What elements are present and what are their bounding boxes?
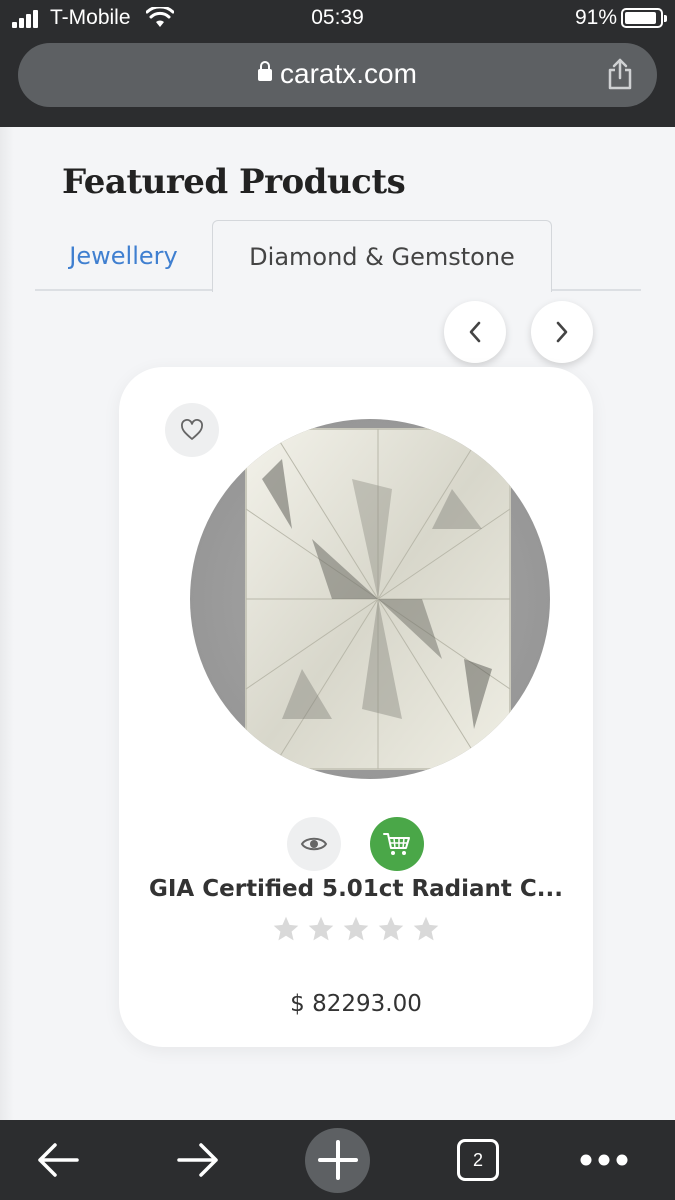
clock: 05:39 (311, 6, 364, 29)
star-icon (413, 916, 439, 941)
product-price: $ 82293.00 (290, 991, 422, 1017)
status-bar: T-Mobile 05:39 91% (0, 0, 675, 40)
rating-stars (119, 915, 593, 943)
lock-icon (258, 61, 273, 81)
quick-view-button[interactable] (287, 817, 341, 871)
browser-chrome: T-Mobile 05:39 91% caratx.com (0, 0, 675, 127)
browser-toolbar: 2 (0, 1120, 675, 1200)
tab-count: 2 (457, 1139, 499, 1181)
star-icon (273, 916, 299, 941)
more-dots-icon (580, 1154, 628, 1166)
diamond-image (245, 428, 511, 770)
address-bar[interactable]: caratx.com (18, 43, 657, 107)
url-text: caratx.com (280, 58, 417, 89)
more-button[interactable] (578, 1120, 630, 1200)
battery-icon (621, 8, 667, 28)
battery-percent: 91% (574, 6, 617, 29)
chevron-left-icon (469, 321, 481, 343)
back-button[interactable] (28, 1120, 88, 1200)
new-tab-button[interactable] (305, 1120, 370, 1200)
star-icon (308, 916, 334, 941)
arrow-right-icon (177, 1143, 218, 1177)
carousel-prev-button[interactable] (444, 301, 506, 363)
share-icon[interactable] (605, 57, 635, 91)
cart-icon (383, 833, 410, 855)
wishlist-button[interactable] (165, 403, 219, 457)
arrow-left-icon (38, 1143, 79, 1177)
page-content: Featured Products Jewellery Diamond & Ge… (0, 127, 675, 1120)
product-image[interactable] (190, 419, 550, 779)
product-title[interactable]: GIA Certified 5.01ct Radiant C... (149, 876, 563, 902)
product-card[interactable]: GIA Certified 5.01ct Radiant C... $ 8229… (119, 367, 593, 1047)
tabs-button[interactable]: 2 (456, 1120, 500, 1200)
heart-icon (181, 419, 203, 440)
carousel-next-button[interactable] (531, 301, 593, 363)
star-icon (378, 916, 404, 941)
product-actions (119, 817, 593, 873)
star-icon (343, 916, 369, 941)
forward-button[interactable] (168, 1120, 228, 1200)
tab-diamond-gemstone[interactable]: Diamond & Gemstone (212, 220, 552, 292)
plus-icon (317, 1140, 358, 1180)
tab-jewellery[interactable]: Jewellery (35, 220, 212, 291)
add-to-cart-button[interactable] (370, 817, 424, 871)
eye-icon (300, 837, 328, 851)
section-title: Featured Products (62, 162, 406, 202)
chevron-right-icon (556, 321, 568, 343)
left-edge-shadow (0, 127, 14, 1120)
